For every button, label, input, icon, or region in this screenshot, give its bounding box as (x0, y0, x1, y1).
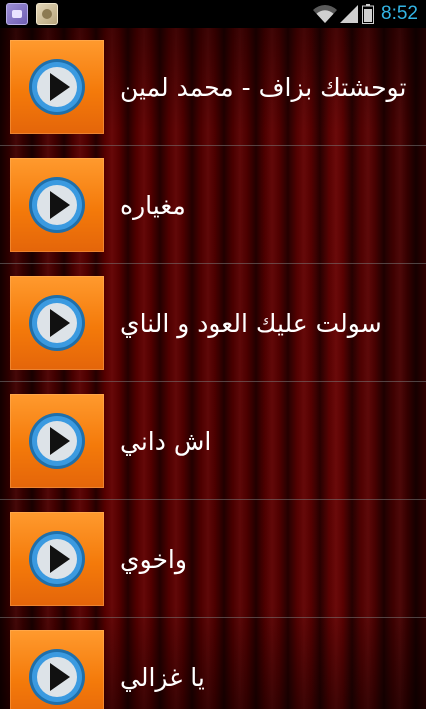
screen: 8:52 توحشتك بزاف - محمد لمين مغياره سولت… (0, 0, 426, 709)
play-icon (29, 295, 85, 351)
play-button[interactable] (10, 40, 104, 134)
song-list[interactable]: توحشتك بزاف - محمد لمين مغياره سولت عليك… (0, 28, 426, 709)
play-icon (29, 59, 85, 115)
song-title: اش داني (120, 426, 212, 456)
list-item[interactable]: مغياره (0, 146, 426, 264)
play-button[interactable] (10, 276, 104, 370)
play-button[interactable] (10, 394, 104, 488)
list-item[interactable]: يا غزالي (0, 618, 426, 709)
list-item[interactable]: واخوي (0, 500, 426, 618)
song-title: واخوي (120, 544, 187, 574)
play-icon (29, 413, 85, 469)
battery-icon (362, 4, 374, 24)
song-title: سولت عليك العود و الناي (120, 308, 382, 338)
play-button[interactable] (10, 512, 104, 606)
song-title: يا غزالي (120, 662, 205, 692)
play-button[interactable] (10, 630, 104, 709)
signal-icon (340, 5, 358, 23)
wifi-icon (313, 5, 337, 23)
play-button[interactable] (10, 158, 104, 252)
list-item[interactable]: توحشتك بزاف - محمد لمين (0, 28, 426, 146)
status-bar: 8:52 (0, 0, 426, 28)
play-icon (29, 531, 85, 587)
list-item[interactable]: سولت عليك العود و الناي (0, 264, 426, 382)
list-item[interactable]: اش داني (0, 382, 426, 500)
clock: 8:52 (381, 3, 418, 24)
song-title: مغياره (120, 190, 186, 220)
app-notification-icon[interactable] (6, 3, 28, 25)
play-icon (29, 177, 85, 233)
song-title: توحشتك بزاف - محمد لمين (120, 72, 407, 102)
photo-notification-icon[interactable] (36, 3, 58, 25)
play-icon (29, 649, 85, 705)
